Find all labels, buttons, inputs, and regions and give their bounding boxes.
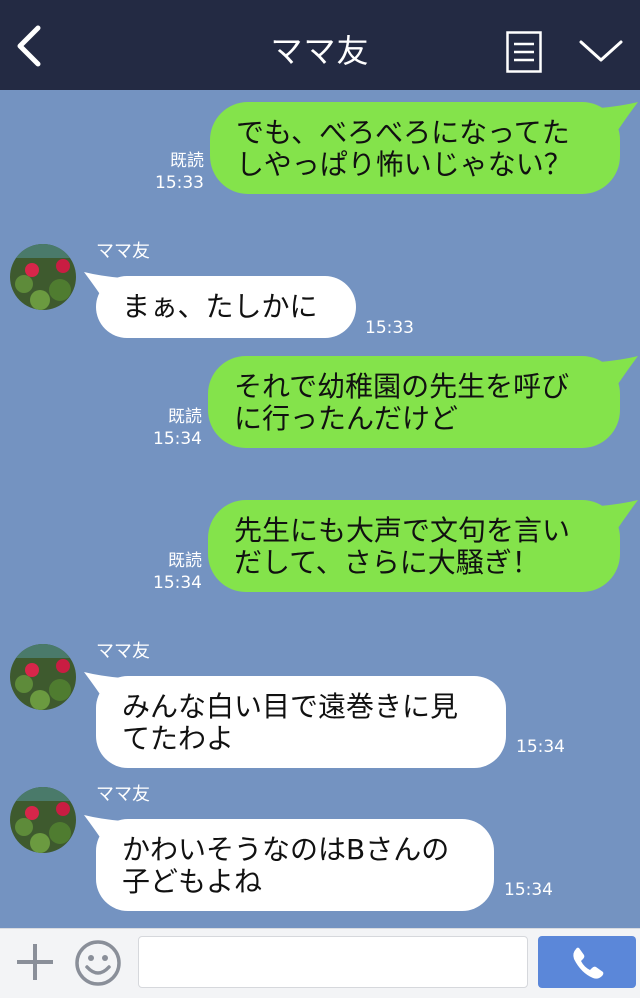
menu-document-icon[interactable] [506, 31, 542, 73]
message-bubble[interactable]: まぁ、たしかに [96, 276, 356, 338]
chat-area[interactable]: 既読 15:33 でも、べろべろになってた しやっぱり怖いじゃない？ ママ友 ま… [0, 90, 640, 928]
message-time: 15:34 [516, 737, 565, 757]
avatar-flower-image [10, 787, 76, 853]
avatar[interactable] [10, 244, 76, 310]
sender-name: ママ友 [96, 641, 150, 662]
message-time: 15:34 [504, 880, 553, 900]
chevron-down-icon[interactable] [578, 36, 624, 66]
message-outgoing: 既読 15:34 それで幼稚園の先生を呼び に行ったんだけど [0, 356, 640, 456]
call-button[interactable] [538, 936, 636, 988]
avatar[interactable] [10, 787, 76, 853]
message-outgoing: 既読 15:33 でも、べろべろになってた しやっぱり怖いじゃない？ [0, 90, 640, 200]
message-bubble[interactable]: 先生にも大声で文句を言い だして、さらに大騒ぎ！ [208, 500, 620, 592]
phone-icon [573, 947, 604, 979]
read-receipt: 既読 15:33 [130, 150, 204, 194]
message-input[interactable] [138, 936, 528, 988]
message-outgoing: 既読 15:34 先生にも大声で文句を言い だして、さらに大騒ぎ！ [0, 500, 640, 600]
chat-header: ママ友 [0, 0, 640, 90]
smiley-icon[interactable] [74, 939, 122, 987]
chat-title: ママ友 [270, 32, 370, 70]
sender-name: ママ友 [96, 241, 150, 262]
message-time: 15:33 [365, 318, 414, 338]
plus-icon[interactable] [14, 941, 56, 983]
read-receipt: 既読 15:34 [128, 550, 202, 594]
message-bubble[interactable]: みんな白い目で遠巻きに見 てたわよ [96, 676, 506, 768]
read-receipt: 既読 15:34 [128, 406, 202, 450]
message-incoming: ママ友 みんな白い目で遠巻きに見 てたわよ 15:34 [0, 641, 640, 772]
read-label: 既読 [170, 151, 204, 171]
message-bubble[interactable]: かわいそうなのはBさんの 子どもよね [96, 819, 494, 911]
message-bubble[interactable]: それで幼稚園の先生を呼び に行ったんだけど [208, 356, 620, 448]
message-time: 15:34 [153, 429, 202, 449]
avatar-flower-image [10, 244, 76, 310]
read-label: 既読 [168, 407, 202, 427]
message-time: 15:34 [153, 573, 202, 593]
message-bubble[interactable]: でも、べろべろになってた しやっぱり怖いじゃない？ [210, 102, 620, 194]
message-incoming: ママ友 まぁ、たしかに 15:33 [0, 241, 640, 342]
input-bar [0, 928, 640, 998]
message-incoming: ママ友 かわいそうなのはBさんの 子どもよね 15:34 [0, 784, 640, 915]
avatar[interactable] [10, 644, 76, 710]
sender-name: ママ友 [96, 784, 150, 805]
message-time: 15:33 [155, 173, 204, 193]
read-label: 既読 [168, 551, 202, 571]
avatar-flower-image [10, 644, 76, 710]
